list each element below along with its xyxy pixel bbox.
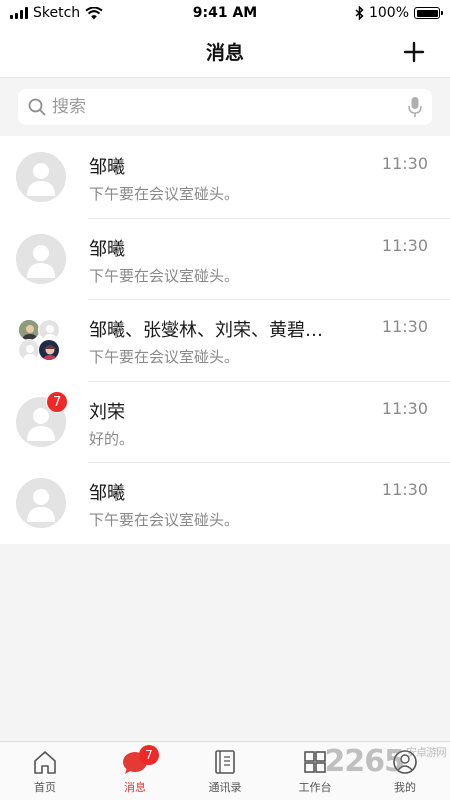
member-avatar (18, 319, 40, 342)
watermark-sub: 安卓游网 (406, 746, 447, 759)
tab-contacts[interactable]: 通讯录 (180, 742, 270, 800)
search-box[interactable] (18, 89, 432, 125)
conversation-row[interactable]: 邹曦、张燮林、刘荣、黄碧… 下午要在会议室碰头。 11:30 (0, 299, 450, 381)
last-message: 下午要在会议室碰头。 (89, 348, 240, 367)
tab-label: 工作台 (298, 781, 332, 794)
member-avatar (18, 339, 40, 362)
member-avatar (38, 319, 60, 342)
signal-icon (10, 7, 28, 19)
search-icon (28, 98, 46, 116)
conversation-row[interactable]: 邹曦 下午要在会议室碰头。 11:30 (0, 217, 450, 300)
plus-icon[interactable] (402, 40, 426, 64)
tab-unread-badge: 7 (139, 745, 159, 765)
tab-label: 消息 (124, 781, 146, 794)
conversation-row[interactable]: 邹曦 下午要在会议室碰头。 11:30 (0, 136, 450, 218)
last-message: 下午要在会议室碰头。 (89, 266, 240, 285)
search-input[interactable] (52, 97, 402, 117)
tab-messages[interactable]: 7 消息 (90, 742, 180, 800)
member-avatar (38, 339, 60, 362)
wifi-icon (85, 6, 103, 19)
tab-label: 首页 (34, 781, 56, 794)
unread-badge: 7 (46, 390, 69, 413)
bluetooth-icon (355, 6, 364, 20)
message-time: 11:30 (381, 317, 428, 337)
microphone-icon[interactable] (408, 96, 422, 118)
conversation-row[interactable]: 邹曦 下午要在会议室碰头。 11:30 (0, 462, 450, 544)
last-message: 下午要在会议室碰头。 (89, 185, 240, 203)
watermark-text: 2265 (324, 744, 405, 779)
user-icon (16, 152, 66, 202)
battery-percent: 100% (368, 5, 409, 21)
message-time: 11:30 (381, 154, 428, 173)
contact-name: 邹曦 (89, 483, 125, 505)
battery-icon (414, 7, 443, 19)
page-title: 消息 (205, 42, 244, 64)
status-bar: Sketch 9:41 AM 100% (0, 0, 450, 26)
status-left: Sketch (10, 5, 103, 21)
tab-home[interactable]: 首页 (0, 742, 90, 800)
message-time: 11:30 (381, 480, 428, 500)
contact-name: 刘荣 (89, 401, 125, 423)
last-message: 好的。 (89, 429, 135, 448)
user-icon (16, 233, 66, 284)
tab-label: 通讯录 (208, 781, 242, 794)
contact-name: 邹曦 (89, 157, 125, 178)
group-name: 邹曦、张燮林、刘荣、黄碧… (89, 320, 323, 342)
last-message: 下午要在会议室碰头。 (89, 511, 240, 530)
contacts-book-icon (215, 750, 235, 774)
contact-name: 邹曦 (89, 238, 125, 260)
watermark-logo: 2265 安卓游网 (324, 744, 448, 779)
tab-label: 我的 (394, 781, 416, 794)
search-bar (0, 78, 450, 136)
message-time: 11:30 (381, 398, 428, 418)
conversation-row[interactable]: 7 刘荣 好的。 11:30 (0, 380, 450, 463)
user-icon (16, 478, 66, 529)
carrier-label: Sketch (33, 5, 81, 21)
group-avatar (18, 319, 64, 365)
conversation-list: 邹曦 下午要在会议室碰头。 11:30 邹曦 下午要在会议室碰头。 11:30 … (0, 136, 450, 544)
message-time: 11:30 (381, 235, 428, 255)
status-right: 100% (355, 5, 443, 21)
nav-bar: 消息 (0, 26, 450, 78)
home-icon (34, 751, 56, 774)
